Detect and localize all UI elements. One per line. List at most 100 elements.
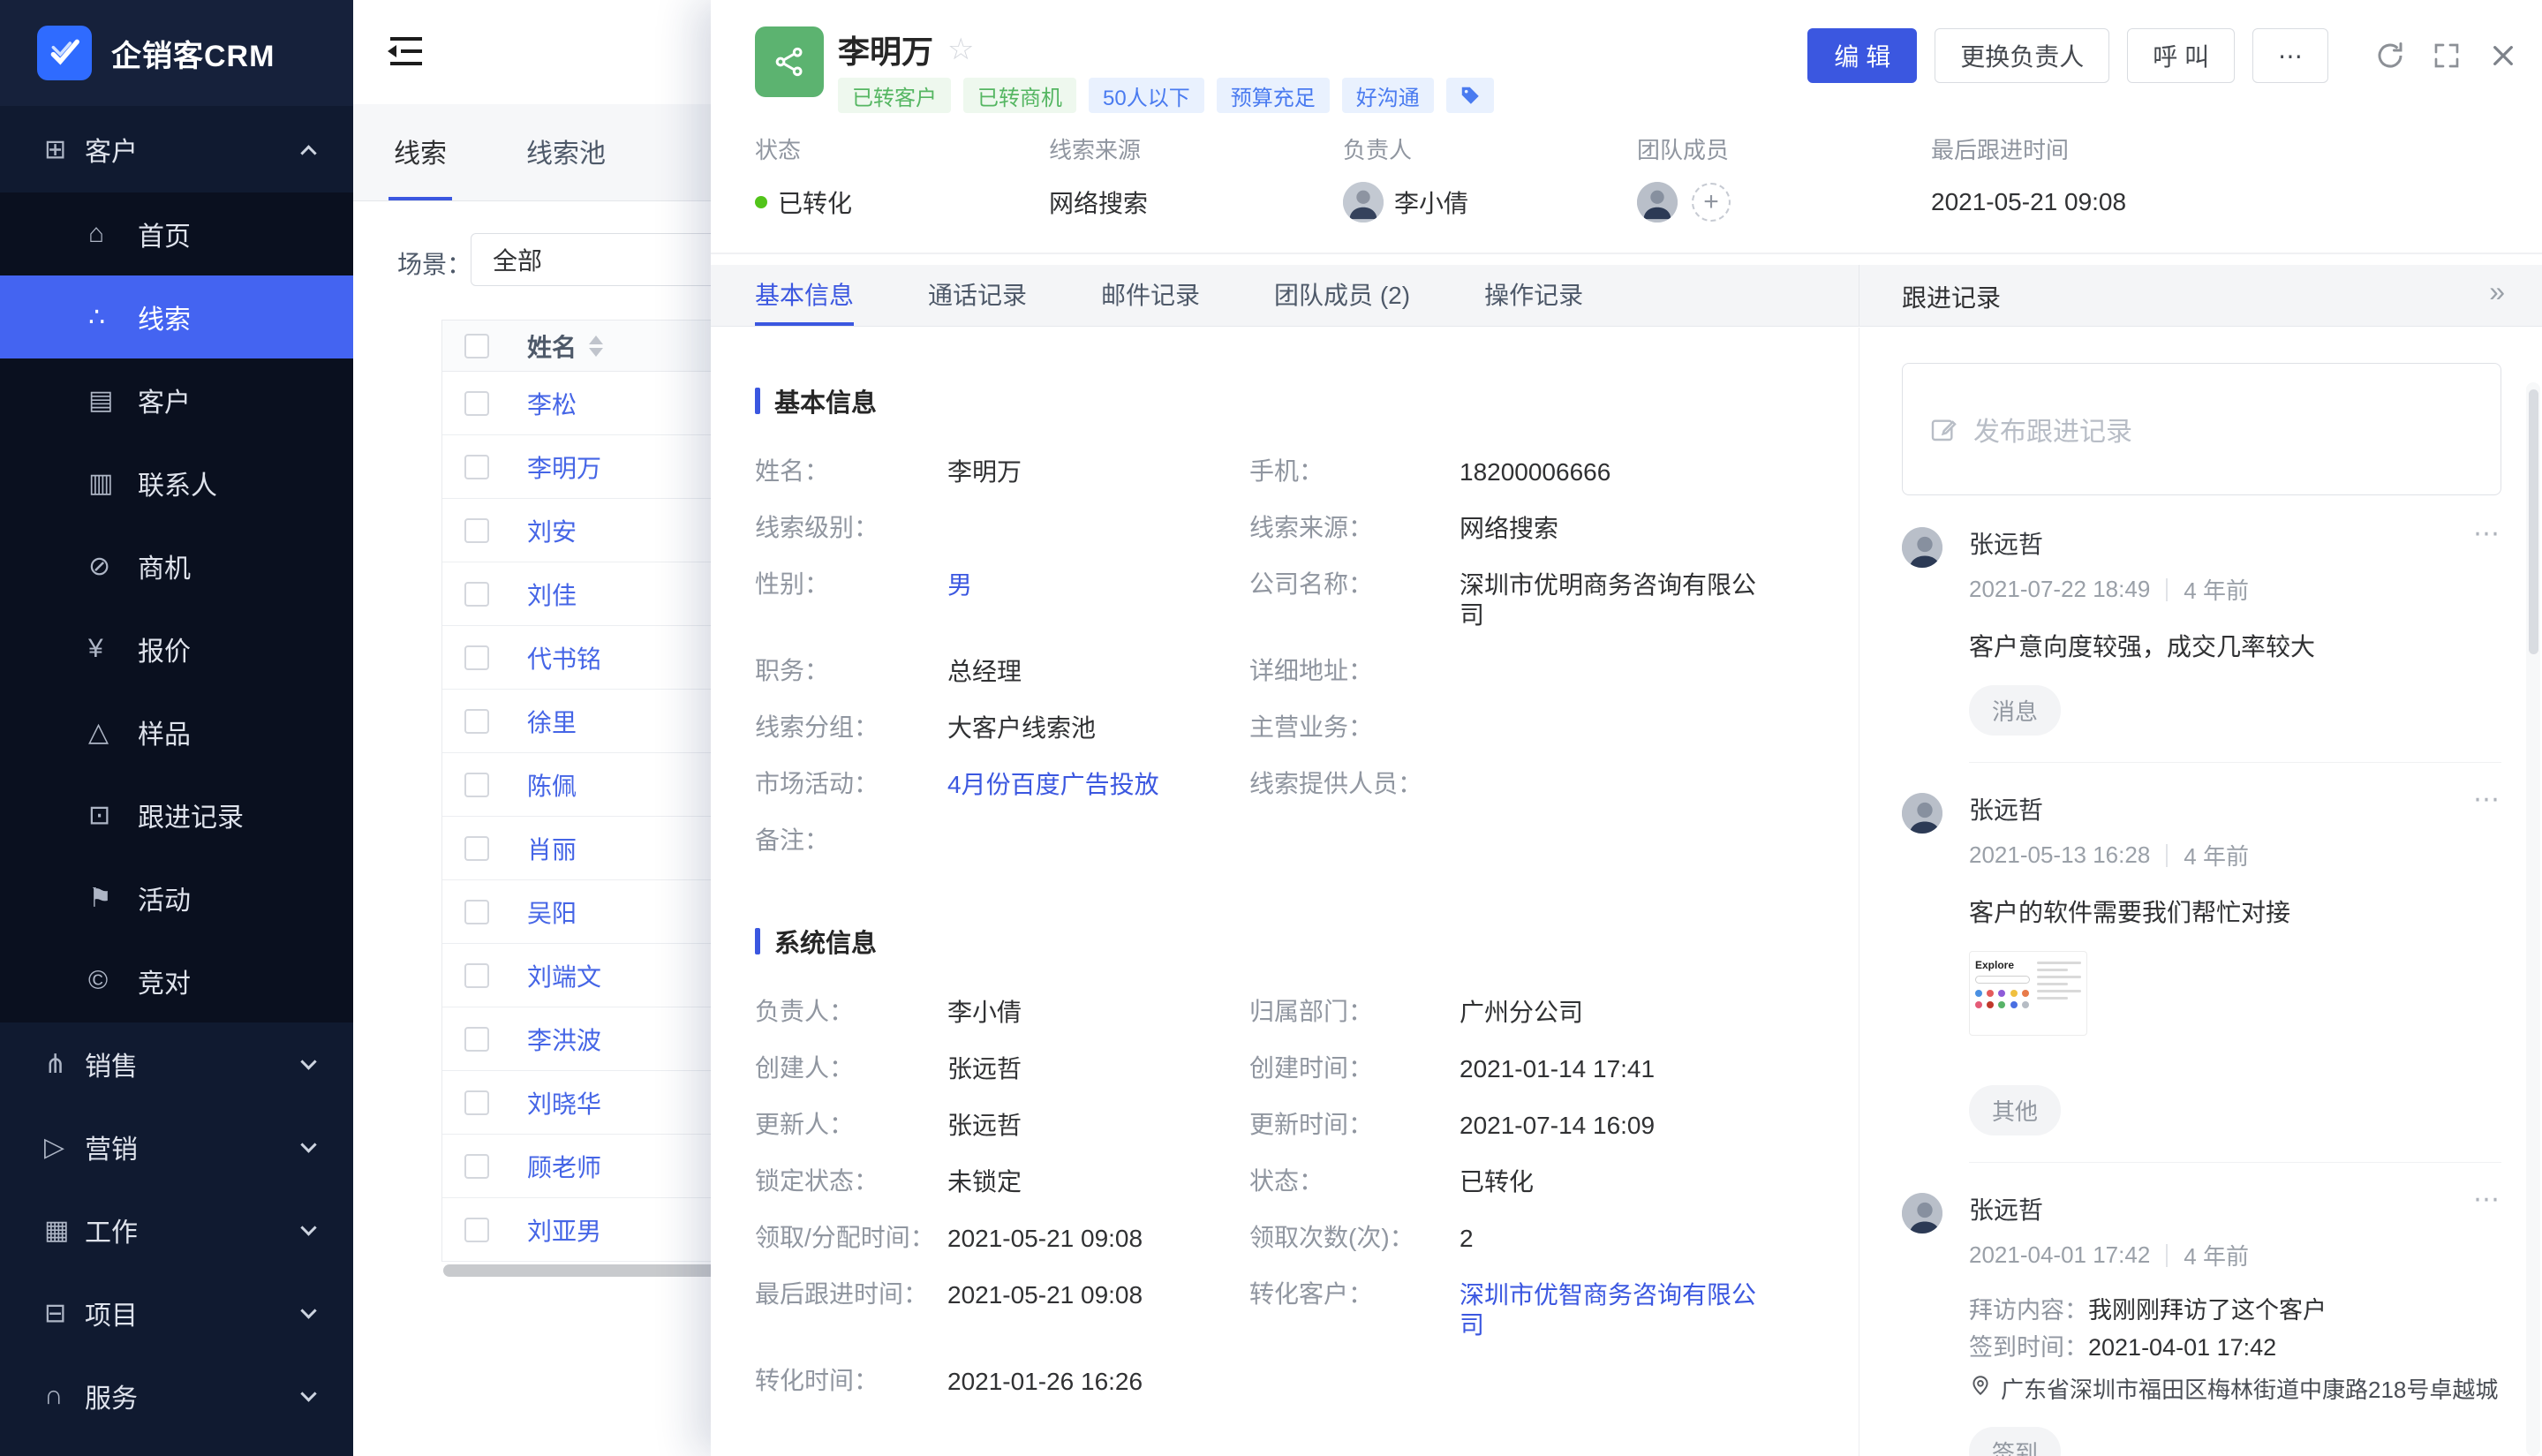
row-checkbox[interactable] xyxy=(464,1218,489,1242)
collapse-sidebar-icon[interactable] xyxy=(385,34,424,69)
sidebar-item-quotes[interactable]: ¥ 报价 xyxy=(0,607,353,690)
tab-call-records[interactable]: 通话记录 xyxy=(928,265,1027,326)
tab-team-members[interactable]: 团队成员 (2) xyxy=(1274,265,1410,326)
grid-icon: ⊞ xyxy=(44,134,85,165)
sidebar-item-activities[interactable]: ⚑ 活动 xyxy=(0,856,353,939)
lead-name-link[interactable]: 陈佩 xyxy=(527,773,577,800)
status-dot xyxy=(755,196,767,208)
field-value-link[interactable]: 4月份百度广告投放 xyxy=(947,757,1249,813)
sidebar-item-home[interactable]: ⌂ 首页 xyxy=(0,192,353,275)
add-team-member-button[interactable]: + xyxy=(1692,183,1731,222)
row-checkbox[interactable] xyxy=(464,773,489,797)
tab-operation-records[interactable]: 操作记录 xyxy=(1484,265,1583,326)
star-icon[interactable]: ☆ xyxy=(947,32,974,67)
sidebar-item-opportunities[interactable]: ⊘ 商机 xyxy=(0,524,353,607)
more-icon[interactable]: ⋯ xyxy=(2473,791,2501,809)
select-all-checkbox[interactable] xyxy=(464,334,489,358)
field-value: 已转化 xyxy=(1460,1154,1761,1211)
tab-basic-info[interactable]: 基本信息 xyxy=(755,265,854,326)
row-checkbox[interactable] xyxy=(464,391,489,416)
sidebar-group-service[interactable]: ∩ 服务 xyxy=(0,1354,353,1437)
avatar xyxy=(1902,1193,1942,1233)
lead-name-link[interactable]: 徐里 xyxy=(527,709,577,736)
row-checkbox[interactable] xyxy=(464,1027,489,1052)
row-checkbox[interactable] xyxy=(464,1154,489,1179)
lead-name-link[interactable]: 李洪波 xyxy=(527,1027,601,1054)
field-label: 状态： xyxy=(1249,1154,1460,1211)
collapse-panel-icon[interactable]: » xyxy=(2489,275,2505,308)
change-owner-button[interactable]: 更换负责人 xyxy=(1935,28,2109,83)
lead-title: 李明万 xyxy=(838,26,933,72)
field-value: 未锁定 xyxy=(947,1154,1249,1211)
feed-item: 张远哲 ⋯ 2021-04-01 17:424 年前 拜访内容：我刚刚拜访了这个… xyxy=(1902,1191,2501,1456)
row-checkbox[interactable] xyxy=(464,518,489,543)
tag-converted-customer: 已转客户 xyxy=(838,78,951,113)
field-value-link[interactable]: 男 xyxy=(947,557,1249,644)
row-checkbox[interactable] xyxy=(464,1090,489,1115)
lead-name-link[interactable]: 刘晓华 xyxy=(527,1090,601,1118)
lead-name-link[interactable]: 李松 xyxy=(527,391,577,419)
field-label: 主营业务： xyxy=(1249,700,1460,757)
sidebar-item-follow-records[interactable]: ⊡ 跟进记录 xyxy=(0,773,353,856)
sidebar-item-customers[interactable]: ▤ 客户 xyxy=(0,358,353,441)
sidebar-item-leads[interactable]: ∴ 线索 xyxy=(0,275,353,358)
vertical-scrollbar[interactable] xyxy=(2529,389,2538,654)
tabs-band: 基本信息 通话记录 邮件记录 团队成员 (2) 操作记录 跟进记录 » xyxy=(711,265,2542,327)
field-label xyxy=(1249,1354,1460,1410)
row-checkbox[interactable] xyxy=(464,709,489,734)
row-checkbox[interactable] xyxy=(464,455,489,479)
row-checkbox[interactable] xyxy=(464,900,489,924)
row-checkbox[interactable] xyxy=(464,963,489,988)
lead-tags: 已转客户 已转商机 50人以下 预算充足 好沟通 xyxy=(838,78,1494,113)
tab-lead-pool[interactable]: 线索池 xyxy=(521,104,611,200)
field-value: 2021-05-21 09:08 xyxy=(947,1267,1249,1354)
lead-name-link[interactable]: 代书铭 xyxy=(527,645,601,673)
sidebar-group-work[interactable]: ▦ 工作 xyxy=(0,1188,353,1271)
refresh-icon[interactable] xyxy=(2371,36,2410,75)
sidebar-group-customer[interactable]: ⊞ 客户 xyxy=(0,106,353,192)
lead-name-link[interactable]: 刘亚男 xyxy=(527,1218,601,1245)
close-icon[interactable] xyxy=(2484,36,2523,75)
work-icon: ▦ xyxy=(44,1215,85,1246)
row-checkbox[interactable] xyxy=(464,645,489,670)
follow-record-icon: ⊡ xyxy=(88,800,138,831)
field-value: 深圳市优明商务咨询有限公司 xyxy=(1460,557,1761,644)
feed-type-badge: 消息 xyxy=(1969,685,2061,736)
lead-name-link[interactable]: 肖丽 xyxy=(527,836,577,864)
converted-customer-link[interactable]: 深圳市优智商务咨询有限公司 xyxy=(1460,1267,1761,1354)
lead-name-link[interactable]: 吴阳 xyxy=(527,900,577,927)
row-checkbox[interactable] xyxy=(464,582,489,607)
thumb-search-bar xyxy=(1975,976,2030,984)
sort-icon[interactable] xyxy=(589,336,603,357)
lead-name-link[interactable]: 顾老师 xyxy=(527,1154,601,1181)
sidebar-item-samples[interactable]: △ 样品 xyxy=(0,690,353,773)
lead-name-link[interactable]: 李明万 xyxy=(527,455,601,482)
quote-icon: ¥ xyxy=(88,634,138,664)
sidebar-item-competitors[interactable]: © 竞对 xyxy=(0,939,353,1022)
sidebar-group-sales[interactable]: ⋔ 销售 xyxy=(0,1022,353,1105)
attachment-image[interactable]: Explore xyxy=(1969,951,2087,1036)
fullscreen-icon[interactable] xyxy=(2427,36,2466,75)
edit-tags-icon[interactable] xyxy=(1446,78,1494,113)
app-title: 企销客CRM xyxy=(111,32,275,75)
lead-name-link[interactable]: 刘端文 xyxy=(527,963,601,991)
location-pin-icon xyxy=(1969,1374,1992,1397)
sidebar-item-contacts[interactable]: ▥ 联系人 xyxy=(0,441,353,524)
more-icon[interactable]: ⋯ xyxy=(2473,525,2501,543)
more-icon[interactable]: ⋯ xyxy=(2473,1191,2501,1209)
more-actions-button[interactable]: ⋯ xyxy=(2252,28,2328,83)
team-member-avatar[interactable] xyxy=(1637,182,1678,223)
call-button[interactable]: 呼 叫 xyxy=(2127,28,2235,83)
edit-button[interactable]: 编 辑 xyxy=(1807,28,1917,83)
tab-mail-records[interactable]: 邮件记录 xyxy=(1101,265,1200,326)
lead-name-link[interactable]: 刘佳 xyxy=(527,582,577,609)
follow-up-composer[interactable]: 发布跟进记录 xyxy=(1902,363,2501,495)
section-system-info: 系统信息 xyxy=(755,923,1859,960)
divider xyxy=(1969,762,2501,763)
sidebar-group-marketing[interactable]: ▷ 营销 xyxy=(0,1105,353,1188)
tab-leads[interactable]: 线索 xyxy=(388,104,452,200)
lead-name-link[interactable]: 刘安 xyxy=(527,518,577,546)
row-checkbox[interactable] xyxy=(464,836,489,861)
field-label xyxy=(1249,813,1460,868)
sidebar-group-projects[interactable]: ⊟ 项目 xyxy=(0,1271,353,1354)
